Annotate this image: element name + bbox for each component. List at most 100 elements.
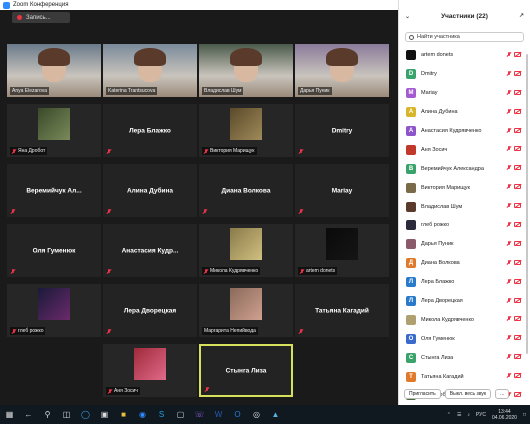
video-tile[interactable]: Аня Зосич [103,344,197,397]
viber-icon[interactable]: ☏ [193,408,206,421]
participant-row[interactable]: С Стынга Лиза [399,348,525,367]
avatar: Т [406,371,416,382]
video-tile[interactable]: Dmitry [295,104,389,157]
recording-indicator[interactable]: Запись... [12,12,70,23]
participant-status [507,70,521,76]
mic-muted-icon [108,388,112,394]
app-icon[interactable]: ▢ [174,408,187,421]
video-tile[interactable]: Диана Волкова [199,164,293,217]
video-tile[interactable]: Алина Дубина [103,164,197,217]
mic-muted-icon [507,203,511,208]
participant-name: Дарья Пуник [421,241,454,248]
video-tile[interactable]: Микола Кудрявченко [199,224,293,277]
participant-row[interactable]: глеб рожко [399,216,525,235]
file-explorer-icon[interactable]: ■ [117,408,130,421]
store-icon[interactable]: ▣ [98,408,111,421]
video-tile[interactable]: Оля Гуменюк [7,224,101,277]
mic-muted-icon [107,329,111,334]
system-tray: ⌃ ☰ ♪ РУС 13:44 04.06.2020 □ [447,405,526,424]
video-tile[interactable]: Маргарита Непийвода [199,284,293,337]
video-tile[interactable]: Анастасия Кудр... [103,224,197,277]
mic-muted-icon [507,278,511,284]
video-tile[interactable]: Mariay [295,164,389,217]
notifications-icon[interactable]: □ [523,412,526,418]
video-tile[interactable]: Лера Блажко [103,104,197,157]
video-tile[interactable]: Виктория Марищук [199,104,293,157]
mic-muted-icon [12,148,16,154]
participant-row[interactable]: Микола Кудрявченко [399,310,525,329]
participant-row[interactable]: Владислав Шум [399,197,525,216]
task-view-icon[interactable]: ◫ [60,408,73,421]
language-indicator[interactable]: РУС [476,412,486,418]
participant-status [507,354,521,360]
video-tile[interactable]: Дарья Пуник [295,44,389,97]
participant-row[interactable]: Аня Зосич [399,140,525,159]
participant-name: Katerina Trantsucova [108,88,156,94]
image-viewer-icon[interactable]: ▲ [269,408,282,421]
chevron-down-icon[interactable]: ⌄ [405,13,410,20]
windows-start-icon[interactable]: ▦ [3,408,16,421]
mic-muted-icon [507,52,511,57]
participant-row[interactable]: В Веремийчук Александра [399,159,525,178]
network-icon[interactable]: ☰ [457,412,461,418]
participant-row[interactable]: M Mariay [399,84,525,103]
back-arrow-icon[interactable]: ← [22,408,35,421]
participant-row[interactable]: D Dmitry [399,65,525,84]
video-tile[interactable]: Владислав Шум [199,44,293,97]
participant-row[interactable]: artem donets [399,46,525,65]
search-participant-input[interactable]: Найти участника [405,32,524,42]
clock[interactable]: 13:44 04.06.2020 [492,409,517,421]
participant-name: Веремийчук Ал... [26,187,82,194]
word-icon[interactable]: W [212,408,225,421]
outlook-icon[interactable]: O [231,408,244,421]
participant-name: Аня Зосич [421,146,448,153]
participant-row[interactable]: Виктория Марищук [399,178,525,197]
participant-row[interactable]: Д Диана Волкова [399,254,525,273]
participant-scrollbar[interactable] [525,46,529,376]
participant-row[interactable]: О Оля Гуменюк [399,329,525,348]
mute-all-button[interactable]: Выкл. весь звук [444,389,492,399]
video-tile[interactable]: artem donets [295,224,389,277]
participant-status [507,203,521,209]
participant-name-label: artem donets [298,267,338,275]
participant-name: artem donets [306,268,336,274]
video-tile[interactable]: Лера Дворецкая [103,284,197,337]
invite-button[interactable]: Пригласить [404,389,441,399]
video-tile[interactable]: Стынга Лиза [199,344,293,397]
zoom-taskbar-icon[interactable]: ◉ [136,408,149,421]
participant-row[interactable]: Дарья Пуник [399,235,525,254]
search-icon[interactable]: ⚲ [41,408,54,421]
mic-muted-icon [507,335,511,340]
mic-muted-icon [507,70,511,76]
volume-icon[interactable]: ♪ [467,412,470,418]
edge-browser-icon[interactable]: ◯ [79,408,92,421]
mic-muted-icon [11,269,15,274]
participant-name-label: Дарья Пуник [298,87,332,95]
video-tile[interactable]: Яна Дробот [7,104,101,157]
participant-row[interactable]: А Анастасия Кудрявченко [399,122,525,141]
camera-off-icon [514,108,521,114]
chrome-icon[interactable]: ◎ [250,408,263,421]
video-tile[interactable]: Татьяна Кагадий [295,284,389,337]
video-tile[interactable]: Katerina Trantsucova [103,44,197,97]
participant-row[interactable]: А Алина Дубина [399,103,525,122]
participant-name-label: Владислав Шум [202,87,244,95]
panel-header: ⌄ Участники (22) ↗ [399,0,530,32]
participant-name: Микола Кудрявченко [210,268,259,274]
participant-name: artem donets [421,52,454,59]
video-tile[interactable]: Anya Elezarova [7,44,101,97]
video-tile[interactable]: глеб рожко [7,284,101,337]
participant-row[interactable]: Л Лера Блажко [399,273,525,292]
mic-muted-icon [107,269,111,274]
camera-off-icon [514,240,521,246]
skype-icon[interactable]: S [155,408,168,421]
participant-name: Оля Гуменюк [421,335,455,342]
more-button[interactable]: ... [495,389,510,399]
participant-row[interactable]: Л Лера Дворецкая [399,292,525,311]
chevron-up-icon[interactable]: ⌃ [447,412,451,418]
video-tile[interactable]: Веремийчук Ал... [7,164,101,217]
participant-name: Диана Волкова [421,260,460,267]
avatar: В [406,163,416,174]
participant-name: глеб рожко [18,328,44,334]
popout-icon[interactable]: ↗ [519,12,524,19]
